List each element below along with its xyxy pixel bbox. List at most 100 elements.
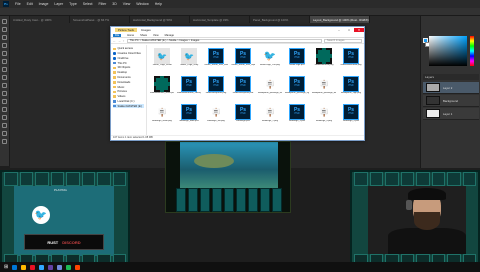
healing-tool-icon[interactable]: [2, 67, 7, 72]
forward-arrow-icon[interactable]: →: [118, 39, 121, 43]
eyedropper-tool-icon[interactable]: [2, 59, 7, 64]
eraser-tool-icon[interactable]: [2, 91, 7, 96]
nav-item[interactable]: 3D Objects: [113, 66, 144, 70]
color-picker-field[interactable]: [429, 36, 467, 66]
hue-slider[interactable]: [470, 36, 474, 66]
file-item[interactable]: Ps PSD woodsign.psd: [232, 104, 254, 130]
menu-item-file[interactable]: File: [15, 2, 21, 6]
lasso-tool-icon[interactable]: [2, 35, 7, 40]
close-icon[interactable]: ✕: [354, 28, 364, 32]
maximize-icon[interactable]: □: [344, 28, 354, 32]
menu-item-image[interactable]: Image: [39, 2, 49, 6]
ribbon-tab-file[interactable]: File: [113, 33, 122, 37]
taskbar-app-icon[interactable]: [39, 264, 45, 270]
taskbar-app-icon[interactable]: [12, 264, 18, 270]
taskbar-app-icon[interactable]: [66, 264, 72, 270]
nav-item[interactable]: Quick access: [113, 47, 144, 51]
file-item[interactable]: Ps PSD underwaterframe.png: [340, 48, 362, 74]
ribbon-tab-view[interactable]: View: [153, 34, 159, 37]
type-tool-icon[interactable]: [2, 115, 7, 120]
back-arrow-icon[interactable]: ←: [113, 39, 116, 43]
taskbar-app-icon[interactable]: [21, 264, 27, 270]
up-arrow-icon[interactable]: ↑: [123, 39, 125, 43]
file-item[interactable]: 🪧woodpanel_pointsign_left.png: [258, 76, 282, 102]
menu-item-window[interactable]: Window: [136, 2, 148, 6]
file-item[interactable]: 🐦 Twitter_Logo_White: [151, 48, 173, 74]
file-item[interactable]: underwaterfilm_small.png: [150, 76, 174, 102]
stamp-tool-icon[interactable]: [2, 83, 7, 88]
file-item[interactable]: 🪧woodpanel_pointsign_down.png: [312, 76, 336, 102]
file-item[interactable]: 🐦 twitter-logo_100.png: [259, 48, 281, 74]
nav-item[interactable]: Creative Cloud Files: [113, 52, 144, 56]
file-item[interactable]: 🪧 woodsign_2.png: [259, 104, 281, 130]
zoom-tool-icon[interactable]: [2, 139, 7, 144]
file-item[interactable]: PsPSDTwitter_Social_Icon_Rounded: [204, 48, 228, 74]
ribbon-tab-share[interactable]: Share: [140, 34, 147, 37]
gradient-tool-icon[interactable]: [2, 99, 7, 104]
document-tab[interactable]: Layout_Background @ 100% (Rust.. RGB/8): [310, 16, 370, 23]
document-tab[interactable]: Panel_Background @ 100%: [250, 16, 310, 23]
layers-panel-title[interactable]: Layers: [423, 74, 479, 80]
brush-tool-icon[interactable]: [2, 75, 7, 80]
pen-tool-icon[interactable]: [2, 107, 7, 112]
menu-item-3d[interactable]: 3D: [112, 2, 116, 6]
nav-item[interactable]: This PC: [113, 61, 144, 65]
file-item[interactable]: 🪧 woodsign_4.png: [313, 104, 335, 130]
file-item[interactable]: 🐦 Twitter_Logo_Gray: [178, 48, 200, 74]
file-item[interactable]: underwaterfilm.png: [313, 48, 335, 74]
nav-item[interactable]: Videos: [113, 95, 144, 99]
document-tab[interactable]: Horizontal_Template @ 33%: [190, 16, 250, 23]
nav-item[interactable]: Local Disk (C:): [113, 100, 144, 104]
hand-tool-icon[interactable]: [2, 131, 7, 136]
shape-tool-icon[interactable]: [2, 123, 7, 128]
taskbar-app-icon[interactable]: [30, 264, 36, 270]
layer-row[interactable]: Background: [423, 95, 479, 107]
search-input[interactable]: Search Images: [324, 38, 362, 43]
menu-item-filter[interactable]: Filter: [99, 2, 107, 6]
nav-item[interactable]: Downloads: [113, 80, 144, 84]
menu-item-layer[interactable]: Layer: [54, 2, 63, 6]
file-item[interactable]: Ps PSD woodsign_3.psd: [286, 104, 308, 130]
nav-item[interactable]: Stalker-MASTER (E:): [113, 104, 144, 108]
layer-row[interactable]: Layer 1: [423, 108, 479, 120]
taskbar-app-icon[interactable]: [48, 264, 54, 270]
file-item[interactable]: PsPSDunderwaterframe_small.psd: [177, 76, 201, 102]
marquee-tool-icon[interactable]: [2, 27, 7, 32]
nav-item[interactable]: Desktop: [113, 71, 144, 75]
document-tab[interactable]: ScreenshotPanel... @ 66.7%: [70, 16, 130, 23]
windows-start-icon[interactable]: ⊞: [4, 264, 8, 270]
file-item[interactable]: 🪧 woodsign_small.png: [151, 104, 173, 130]
file-item[interactable]: 🪧 woodsign_tall.png: [205, 104, 227, 130]
file-item[interactable]: Ps PSD underwaterpanel.png: [205, 76, 227, 102]
menu-item-type[interactable]: Type: [69, 2, 77, 6]
menu-item-select[interactable]: Select: [83, 2, 93, 6]
document-tab[interactable]: Horizontal_Background @ 50%: [130, 16, 190, 23]
taskbar-app-icon[interactable]: [57, 264, 63, 270]
file-item[interactable]: Ps PSD woodpanel_sign.png: [340, 76, 362, 102]
file-item[interactable]: Ps PSD woodsign_wide.psd: [178, 104, 200, 130]
file-item[interactable]: Ps PSD woodsign_5.psd: [340, 104, 362, 130]
file-item[interactable]: Ps PSD underwaterpanel.psd: [232, 76, 254, 102]
nav-item[interactable]: OneDrive: [113, 57, 144, 61]
document-tab[interactable]: Untitled_Rusty Cast... @ 100%: [10, 16, 70, 23]
photoshop-logo-icon[interactable]: Ps: [3, 1, 9, 7]
taskbar-app-icon[interactable]: [75, 264, 81, 270]
move-tool-icon[interactable]: [2, 19, 7, 24]
file-item[interactable]: PsPSDTwitter_Social_Icon_Square: [231, 48, 255, 74]
picture-tools-tab[interactable]: Picture Tools: [115, 28, 137, 32]
minimize-icon[interactable]: –: [334, 28, 344, 32]
address-path-input[interactable]: This PC > Stalker-MASTER (E:) > Media > …: [126, 38, 322, 43]
file-item[interactable]: Ps PSD twitter-logo.psd: [286, 48, 308, 74]
nav-item[interactable]: Music: [113, 85, 144, 89]
crop-tool-icon[interactable]: [2, 51, 7, 56]
nav-item[interactable]: Pictures: [113, 90, 144, 94]
menu-item-help[interactable]: Help: [155, 2, 162, 6]
layer-row[interactable]: Layer 2: [423, 82, 479, 94]
ribbon-tab-manage[interactable]: Manage: [165, 34, 174, 37]
nav-item[interactable]: Documents: [113, 76, 144, 80]
menu-item-view[interactable]: View: [123, 2, 131, 6]
magic-wand-tool-icon[interactable]: [2, 43, 7, 48]
ribbon-tab-home[interactable]: Home: [127, 34, 134, 37]
file-item[interactable]: PsPSDwoodpanel_pointsign_right.psd: [285, 76, 309, 102]
menu-item-edit[interactable]: Edit: [27, 2, 33, 6]
